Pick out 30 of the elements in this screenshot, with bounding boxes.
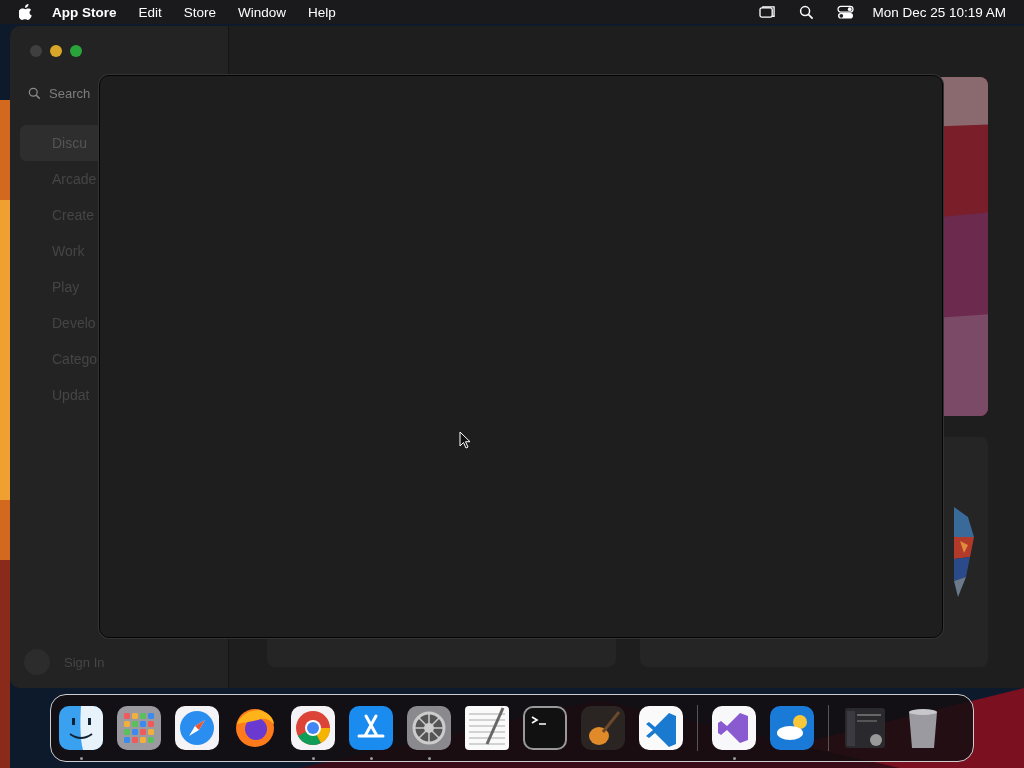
compass-icon[interactable] — [175, 706, 219, 750]
menu-item[interactable]: Edit — [138, 4, 162, 20]
code-editor-icon[interactable] — [639, 706, 683, 750]
search-icon[interactable] — [798, 4, 816, 20]
smiling-face-icon[interactable] — [59, 706, 103, 750]
toggle-switches-icon[interactable] — [837, 4, 855, 20]
terminal-icon[interactable] — [523, 706, 567, 750]
window-control-dot[interactable] — [50, 45, 62, 57]
search-field[interactable]: Search — [49, 86, 169, 101]
search-icon — [28, 87, 41, 100]
chrome-ring-icon[interactable] — [291, 706, 335, 750]
menu-item[interactable]: Help — [308, 4, 336, 20]
cloud-sun-icon[interactable] — [770, 706, 814, 750]
ribbon-logo-icon[interactable] — [712, 706, 756, 750]
apple-logo-icon[interactable] — [19, 4, 33, 20]
notepad-icon[interactable] — [465, 706, 509, 750]
gear-icon[interactable] — [407, 706, 451, 750]
pointer-icon — [459, 431, 471, 449]
window-thumbnail-icon[interactable] — [843, 706, 887, 750]
window-control-dot[interactable] — [70, 45, 82, 57]
app-store-icon[interactable] — [349, 706, 393, 750]
clock-text: Mon Dec 25 10:19 AM — [872, 4, 1006, 20]
guitar-icon[interactable] — [581, 706, 625, 750]
app-grid-icon[interactable] — [117, 706, 161, 750]
menu-item[interactable]: Store — [183, 4, 217, 20]
app-menu[interactable]: App Store — [52, 4, 117, 20]
window-control-dot[interactable] — [30, 45, 42, 57]
menu-item[interactable]: Window — [238, 4, 287, 20]
screen-mirror-icon[interactable] — [759, 4, 777, 20]
fox-globe-icon[interactable] — [233, 706, 277, 750]
